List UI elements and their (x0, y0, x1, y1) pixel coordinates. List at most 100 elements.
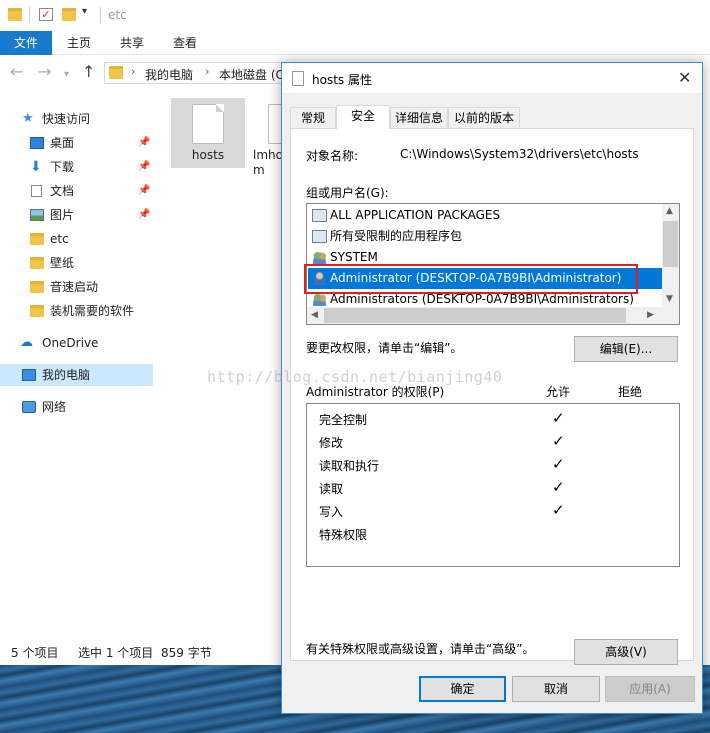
vertical-scrollbar[interactable]: ▲ ▼ (662, 204, 679, 308)
new-folder-icon[interactable] (62, 8, 76, 21)
cloud-icon: ☁ (20, 335, 33, 350)
window-title: etc (108, 8, 127, 22)
sidebar-item-my-computer[interactable]: 我的电脑 (0, 364, 153, 386)
sidebar-item-downloads[interactable]: ⬇ 下载 📌 (0, 156, 160, 178)
watermark-text: http://blog.csdn.net/bianjing40 (207, 368, 503, 386)
sidebar-item-label: 壁纸 (50, 256, 75, 270)
tab-general[interactable]: 常规 (290, 107, 336, 128)
scroll-down-icon[interactable]: ▼ (666, 294, 673, 304)
package-icon (312, 230, 327, 243)
sidebar-item-documents[interactable]: 文档 📌 (0, 180, 160, 202)
pin-icon[interactable]: 📌 (138, 132, 150, 154)
toolbar-divider (29, 7, 30, 23)
scrollbar-thumb[interactable] (324, 308, 626, 323)
folder-icon (30, 305, 44, 317)
permission-row: 读取 ✓ (307, 477, 679, 499)
download-icon: ⬇ (30, 159, 42, 175)
object-path: C:\Windows\System32\drivers\etc\hosts (400, 147, 639, 161)
breadcrumb-separator-icon[interactable]: › (131, 65, 135, 78)
sidebar-item-onedrive[interactable]: ☁ OneDrive (0, 332, 160, 354)
sidebar-item-label: OneDrive (42, 336, 99, 350)
back-arrow-icon[interactable]: ← (10, 63, 23, 81)
principal-name: 所有受限制的应用程序包 (330, 229, 463, 243)
permission-row: 特殊权限 (307, 523, 679, 545)
permission-row: 修改 ✓ (307, 431, 679, 453)
properties-check-icon[interactable]: ✓ (39, 8, 53, 21)
tab-previous-versions[interactable]: 以前的版本 (448, 107, 520, 128)
sidebar-item-quick-access[interactable]: ★ 快速访问 (0, 108, 160, 130)
tab-security[interactable]: 安全 (336, 105, 390, 129)
pin-icon[interactable]: 📌 (138, 156, 150, 178)
administrator-highlight-box (304, 264, 638, 294)
permission-row: 完全控制 ✓ (307, 408, 679, 430)
allow-check-icon: ✓ (552, 455, 565, 473)
advanced-button[interactable]: 高级(V) (574, 639, 678, 665)
dialog-titlebar: hosts 属性 ✕ (282, 63, 702, 93)
scroll-left-icon[interactable]: ◀ (311, 310, 318, 320)
folder-icon (30, 257, 44, 269)
security-panel: 对象名称: C:\Windows\System32\drivers\etc\ho… (290, 128, 694, 665)
breadcrumb-my-computer[interactable]: 我的电脑 (145, 66, 193, 83)
pin-icon[interactable]: 📌 (138, 204, 150, 226)
up-arrow-icon[interactable]: ↑ (82, 63, 95, 81)
dialog-tabs: 常规 安全 详细信息 以前的版本 (290, 105, 696, 129)
ribbon-tab-view[interactable]: 查看 (161, 31, 209, 55)
breadcrumb-separator-icon[interactable]: › (205, 65, 209, 78)
desktop-icon (30, 137, 44, 149)
document-icon (31, 185, 42, 197)
sidebar-item-label: 快速访问 (42, 112, 91, 126)
permission-name: 特殊权限 (319, 528, 368, 542)
ribbon-tab-share[interactable]: 共享 (108, 31, 156, 55)
group-icon (312, 293, 327, 306)
sidebar-item-label: etc (50, 232, 69, 246)
apply-button[interactable]: 应用(A) (605, 676, 695, 702)
address-bar[interactable]: › 我的电脑 › 本地磁盘 (C (104, 62, 300, 84)
recent-locations-chevron-icon[interactable]: ▾ (64, 66, 69, 84)
scrollbar-thumb[interactable] (663, 221, 678, 267)
close-icon[interactable]: ✕ (678, 68, 691, 87)
file-icon (192, 104, 224, 144)
scroll-up-icon[interactable]: ▲ (666, 206, 673, 216)
sidebar-item-wallpaper[interactable]: 壁纸 (0, 252, 160, 274)
navigation-pane: ★ 快速访问 桌面 📌 ⬇ 下载 📌 文档 📌 图片 📌 etc 壁纸 音速启动… (0, 100, 160, 640)
sidebar-item-pictures[interactable]: 图片 📌 (0, 204, 160, 226)
cancel-button[interactable]: 取消 (512, 676, 600, 702)
ribbon-tabs: 文件 主页 共享 查看 (0, 31, 710, 55)
sidebar-item-label: 图片 (50, 208, 75, 222)
list-item[interactable]: ALL APPLICATION PACKAGES (308, 205, 662, 226)
file-item-hosts[interactable]: hosts (171, 98, 245, 168)
selection-size: 859 字节 (161, 646, 212, 660)
folder-icon (30, 233, 44, 245)
folder-icon[interactable] (8, 8, 22, 21)
status-bar: 5 个项目 选中 1 个项目 859 字节 (0, 641, 300, 663)
breadcrumb-local-disk[interactable]: 本地磁盘 (C (219, 66, 284, 83)
sidebar-item-sonic-launch[interactable]: 音速启动 (0, 276, 160, 298)
quick-access-dropdown-icon[interactable]: ▾ (82, 6, 87, 17)
pin-icon[interactable]: 📌 (138, 180, 150, 202)
permission-row: 写入 ✓ (307, 500, 679, 522)
star-icon: ★ (22, 111, 34, 126)
dialog-title: hosts 属性 (312, 73, 372, 87)
sidebar-item-install-software[interactable]: 装机需要的软件 (0, 300, 160, 322)
computer-icon (22, 369, 36, 381)
file-name: hosts (191, 148, 225, 162)
ribbon-tab-file[interactable]: 文件 (0, 31, 52, 55)
properties-dialog: hosts 属性 ✕ 常规 安全 详细信息 以前的版本 对象名称: C:\Win… (281, 62, 703, 714)
edit-button[interactable]: 编辑(E)... (574, 336, 678, 362)
allow-column-header: 允许 (546, 385, 571, 399)
forward-arrow-icon[interactable]: → (38, 63, 51, 81)
sidebar-item-label: 我的电脑 (42, 368, 91, 382)
tab-details[interactable]: 详细信息 (390, 107, 448, 128)
horizontal-scrollbar[interactable]: ◀ ▶ (307, 307, 679, 324)
allow-check-icon: ✓ (552, 432, 565, 450)
list-item[interactable]: 所有受限制的应用程序包 (308, 226, 662, 247)
sidebar-item-etc[interactable]: etc (0, 228, 160, 250)
ok-button[interactable]: 确定 (419, 676, 506, 702)
sidebar-item-network[interactable]: 网络 (0, 396, 160, 418)
sidebar-item-desktop[interactable]: 桌面 📌 (0, 132, 160, 154)
ribbon-tab-home[interactable]: 主页 (55, 31, 103, 55)
package-icon (312, 209, 327, 222)
sidebar-item-label: 音速启动 (50, 280, 99, 294)
scroll-right-icon[interactable]: ▶ (647, 310, 654, 320)
sidebar-item-label: 桌面 (50, 136, 75, 150)
